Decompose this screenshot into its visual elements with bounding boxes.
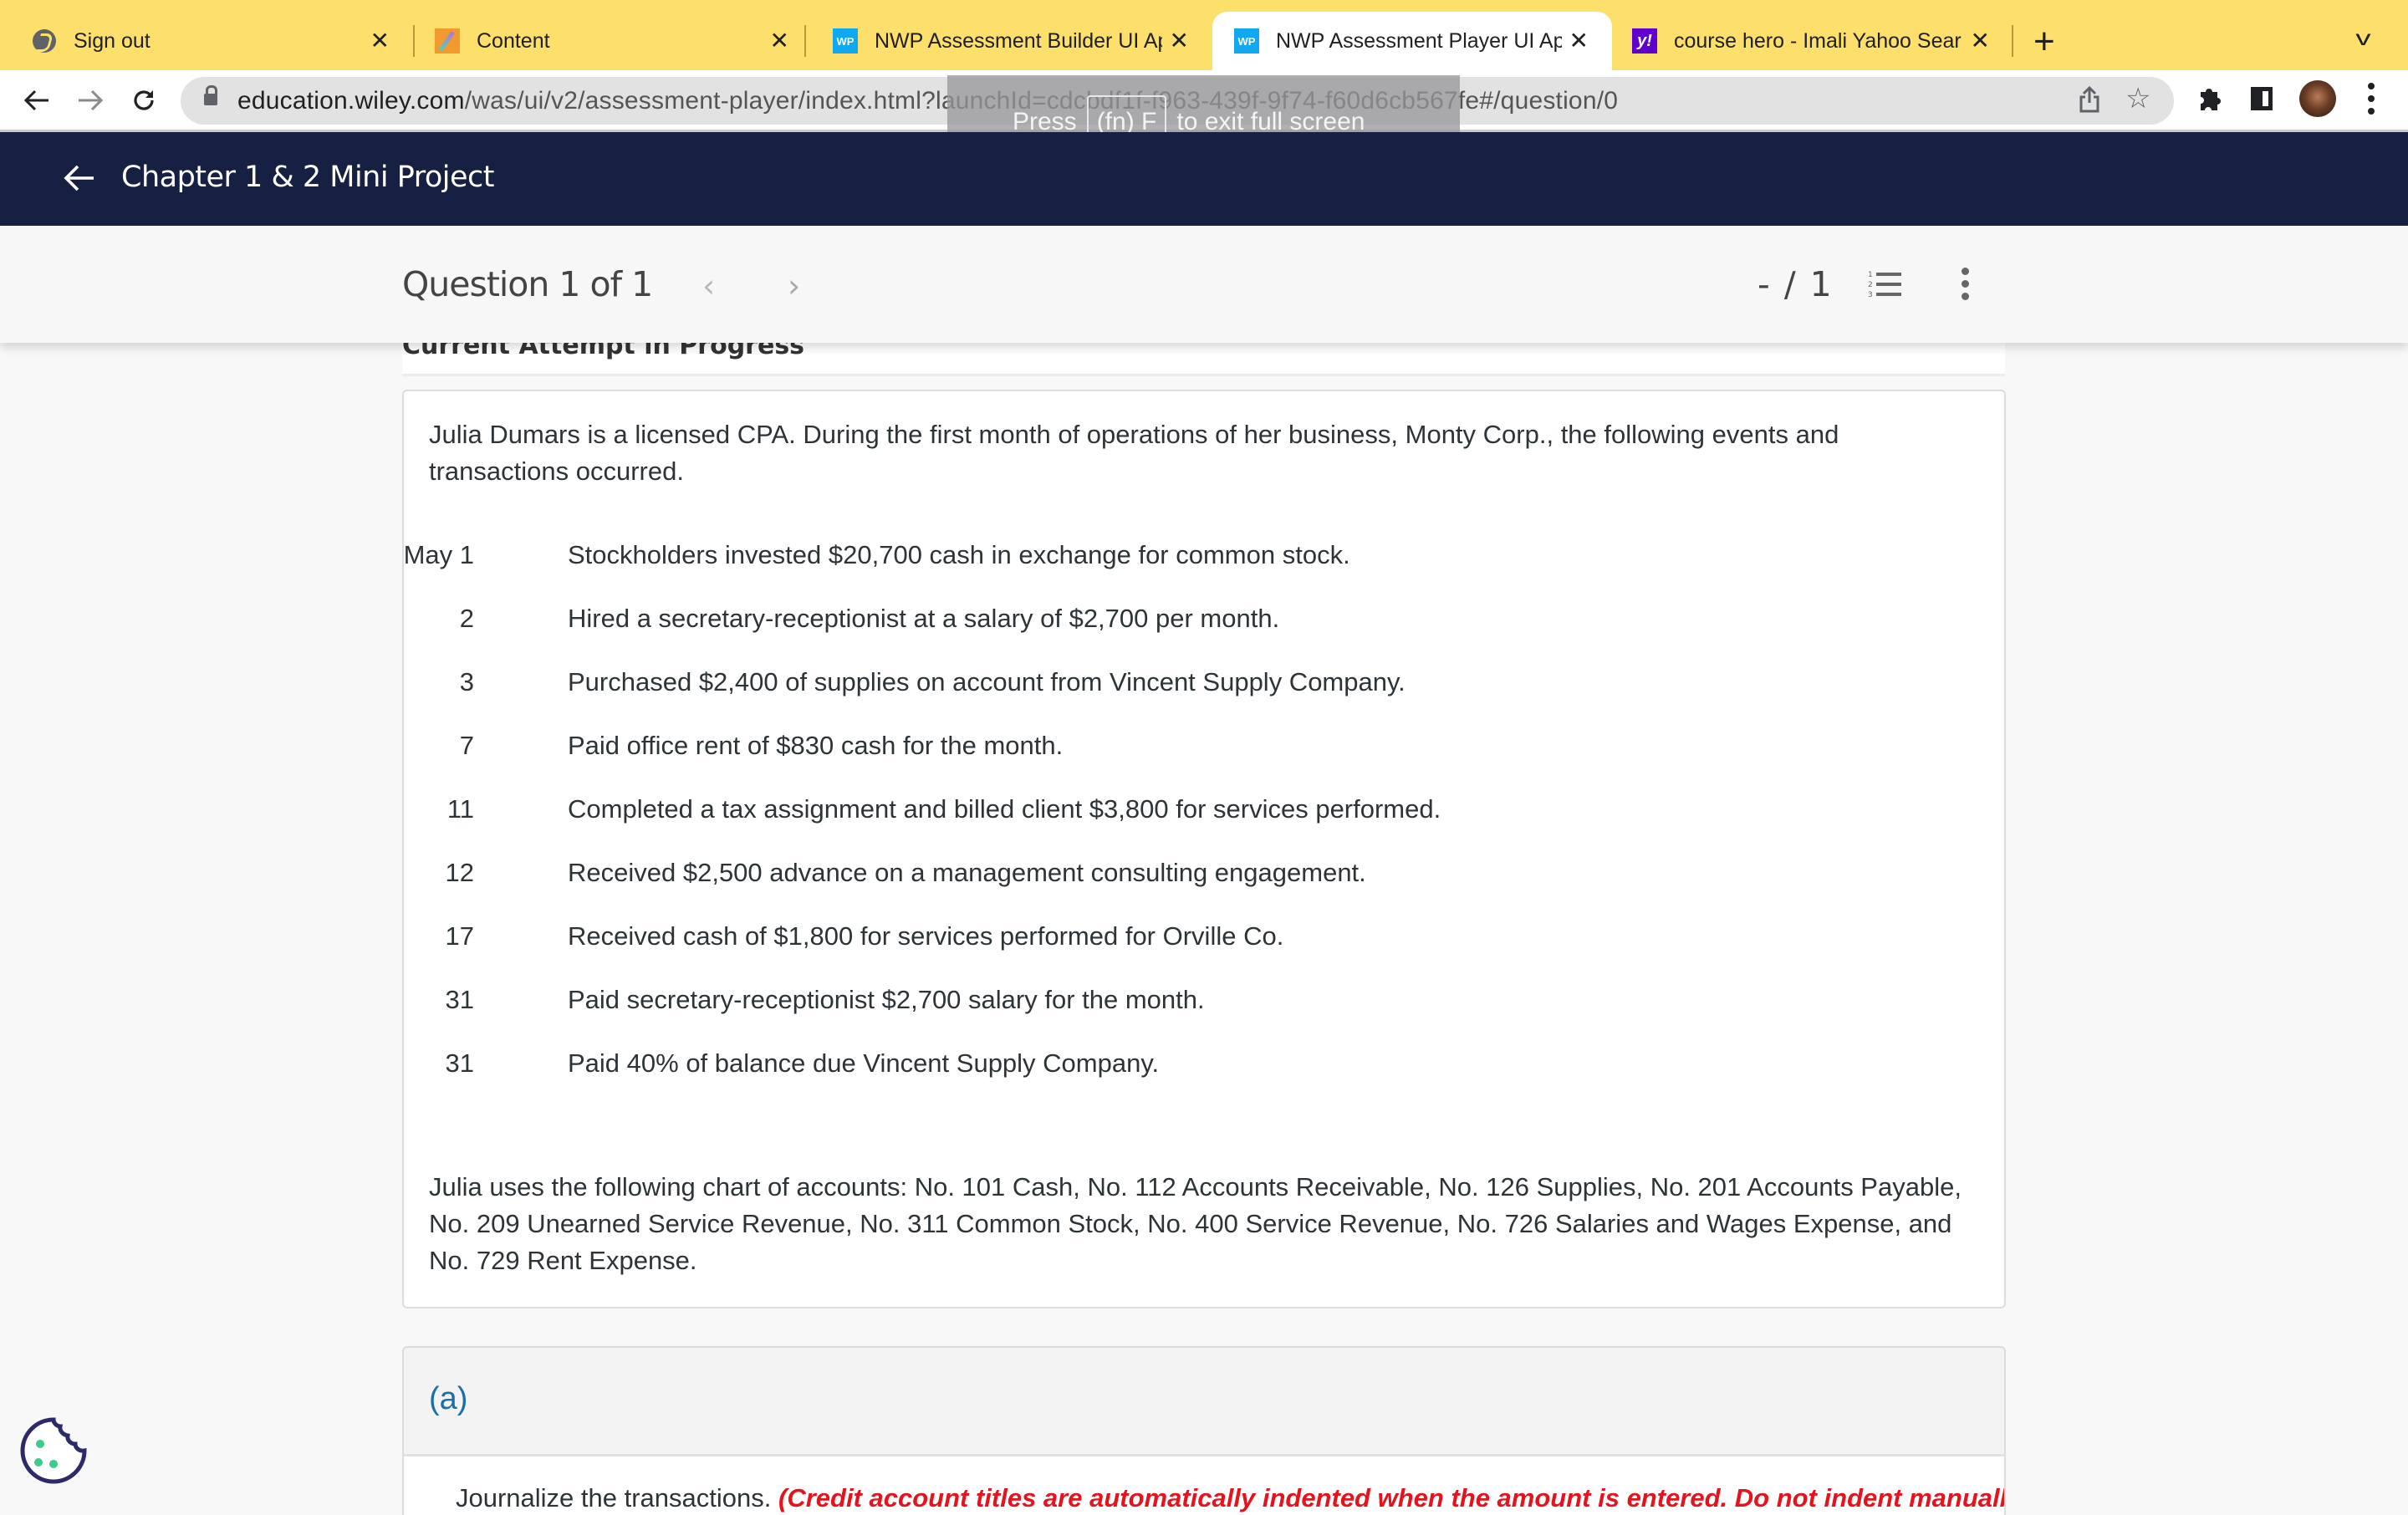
transaction-description: Received cash of $1,800 for services per… bbox=[568, 921, 1284, 951]
arrow-left-icon bbox=[64, 165, 94, 191]
back-button[interactable] bbox=[18, 82, 55, 119]
next-question-button[interactable]: › bbox=[788, 268, 800, 304]
pencil-icon bbox=[435, 28, 460, 54]
wp-icon: WP bbox=[833, 28, 858, 54]
bookmark-star-icon[interactable]: ☆ bbox=[2125, 82, 2150, 115]
close-tab-icon[interactable]: ✕ bbox=[1569, 28, 1589, 54]
part-a-header: (a) bbox=[402, 1346, 2006, 1456]
side-panel-icon[interactable] bbox=[2251, 80, 2273, 117]
tab-course-hero-search[interactable]: y! course hero - Imali Yahoo Sear ✕ bbox=[1612, 12, 2013, 70]
part-a-instruction: Journalize the transactions. (Credit acc… bbox=[456, 1483, 2006, 1513]
lock-icon bbox=[204, 85, 217, 109]
profile-avatar[interactable] bbox=[2299, 80, 2336, 117]
transaction-row: 7 Paid office rent of $830 cash for the … bbox=[404, 731, 1909, 781]
svg-text:3: 3 bbox=[1868, 291, 1873, 299]
globe-icon bbox=[32, 28, 57, 54]
tab-assessment-builder[interactable]: WP NWP Assessment Builder UI Ap ✕ bbox=[803, 12, 1212, 70]
transaction-row: May 1 Stockholders invested $20,700 cash… bbox=[404, 540, 1909, 590]
svg-text:1: 1 bbox=[1868, 271, 1873, 279]
score-display: - / 1 bbox=[1758, 264, 1834, 304]
transaction-description: Paid 40% of balance due Vincent Supply C… bbox=[568, 1048, 1160, 1078]
close-tab-icon[interactable]: ✕ bbox=[370, 28, 390, 54]
transaction-date: 2 bbox=[459, 604, 474, 633]
wp-icon: WP bbox=[1234, 28, 1259, 54]
browser-tab-strip: Sign out ✕ Content ✕ WP NWP Assessment B… bbox=[0, 0, 2408, 70]
transaction-date: 31 bbox=[445, 985, 474, 1014]
tab-separator bbox=[2012, 25, 2013, 57]
cookie-icon bbox=[20, 1417, 87, 1484]
instruction-note: (Credit account titles are automatically… bbox=[778, 1483, 2006, 1512]
tab-title: Sign out bbox=[74, 28, 150, 53]
part-a-body: Journalize the transactions. (Credit acc… bbox=[402, 1456, 2006, 1515]
close-tab-icon[interactable]: ✕ bbox=[1971, 28, 1990, 54]
problem-card: Julia Dumars is a licensed CPA. During t… bbox=[402, 390, 2006, 1308]
transaction-date: 3 bbox=[459, 667, 474, 696]
transaction-description: Paid office rent of $830 cash for the mo… bbox=[568, 731, 1064, 760]
transaction-description: Completed a tax assignment and billed cl… bbox=[568, 794, 1441, 824]
transaction-date: 17 bbox=[445, 921, 474, 951]
close-tab-icon[interactable]: ✕ bbox=[770, 28, 789, 54]
tab-assessment-player[interactable]: WP NWP Assessment Player UI Ap ✕ bbox=[1212, 12, 1612, 70]
extensions-puzzle-icon[interactable] bbox=[2196, 80, 2222, 117]
previous-question-button[interactable]: ‹ bbox=[702, 268, 715, 304]
transaction-description: Purchased $2,400 of supplies on account … bbox=[568, 667, 1406, 696]
transaction-description: Paid secretary-receptionist $2,700 salar… bbox=[568, 985, 1205, 1014]
question-nav-bar: Question 1 of 1 ‹ › - / 1 1 2 3 bbox=[0, 226, 2408, 343]
transaction-row: 31 Paid secretary-receptionist $2,700 sa… bbox=[404, 985, 1909, 1035]
app-header: Chapter 1 & 2 Mini Project bbox=[0, 132, 2408, 226]
tab-title: NWP Assessment Builder UI Ap bbox=[875, 28, 1162, 53]
tab-sign-out[interactable]: Sign out ✕ bbox=[0, 12, 413, 70]
back-arrow-icon bbox=[23, 89, 48, 111]
back-to-course-button[interactable] bbox=[62, 161, 97, 196]
tab-search-chevron-icon[interactable]: v bbox=[2355, 25, 2370, 51]
reload-button[interactable] bbox=[125, 82, 162, 119]
new-tab-button[interactable]: + bbox=[2033, 18, 2055, 65]
more-options-icon[interactable] bbox=[1962, 268, 1969, 300]
tab-title: course hero - Imali Yahoo Sear bbox=[1674, 28, 1962, 53]
transaction-row: 12 Received $2,500 advance on a manageme… bbox=[404, 858, 1909, 908]
transaction-description: Received $2,500 advance on a management … bbox=[568, 858, 1366, 887]
cookie-settings-button[interactable] bbox=[18, 1416, 89, 1486]
transaction-date: May 1 bbox=[403, 540, 474, 569]
instruction-text: Journalize the transactions. bbox=[456, 1483, 772, 1512]
transaction-description: Stockholders invested $20,700 cash in ex… bbox=[568, 540, 1350, 569]
transaction-row: 2 Hired a secretary-receptionist at a sa… bbox=[404, 604, 1909, 654]
assignment-title: Chapter 1 & 2 Mini Project bbox=[121, 161, 494, 194]
part-label: (a) bbox=[429, 1381, 468, 1416]
close-tab-icon[interactable]: ✕ bbox=[1170, 28, 1189, 54]
transaction-date: 11 bbox=[446, 794, 474, 824]
reload-icon bbox=[134, 90, 154, 110]
problem-intro: Julia Dumars is a licensed CPA. During t… bbox=[429, 420, 1839, 486]
transaction-description: Hired a secretary-receptionist at a sala… bbox=[568, 604, 1280, 633]
forward-button[interactable] bbox=[72, 82, 109, 119]
transaction-row: 17 Received cash of $1,800 for services … bbox=[404, 921, 1909, 972]
transaction-row: 3 Purchased $2,400 of supplies on accoun… bbox=[404, 667, 1909, 717]
transaction-row: 11 Completed a tax assignment and billed… bbox=[404, 794, 1909, 844]
transaction-date: 7 bbox=[459, 731, 474, 760]
question-list-icon[interactable]: 1 2 3 bbox=[1868, 269, 1903, 299]
yahoo-icon: y! bbox=[1632, 28, 1657, 54]
question-counter: Question 1 of 1 bbox=[402, 264, 653, 304]
tab-title: NWP Assessment Player UI Ap bbox=[1276, 28, 1562, 53]
tab-content[interactable]: Content ✕ bbox=[400, 12, 813, 70]
forward-arrow-icon bbox=[79, 89, 104, 111]
transaction-date: 31 bbox=[445, 1048, 474, 1078]
browser-menu-icon[interactable] bbox=[2368, 80, 2375, 117]
tab-title: Content bbox=[477, 28, 550, 53]
chart-of-accounts-text: Julia uses the following chart of accoun… bbox=[429, 1172, 1962, 1275]
share-icon[interactable] bbox=[2079, 85, 2100, 120]
svg-text:2: 2 bbox=[1868, 281, 1873, 289]
transaction-row: 31 Paid 40% of balance due Vincent Suppl… bbox=[404, 1048, 1909, 1099]
transaction-date: 12 bbox=[445, 858, 474, 887]
